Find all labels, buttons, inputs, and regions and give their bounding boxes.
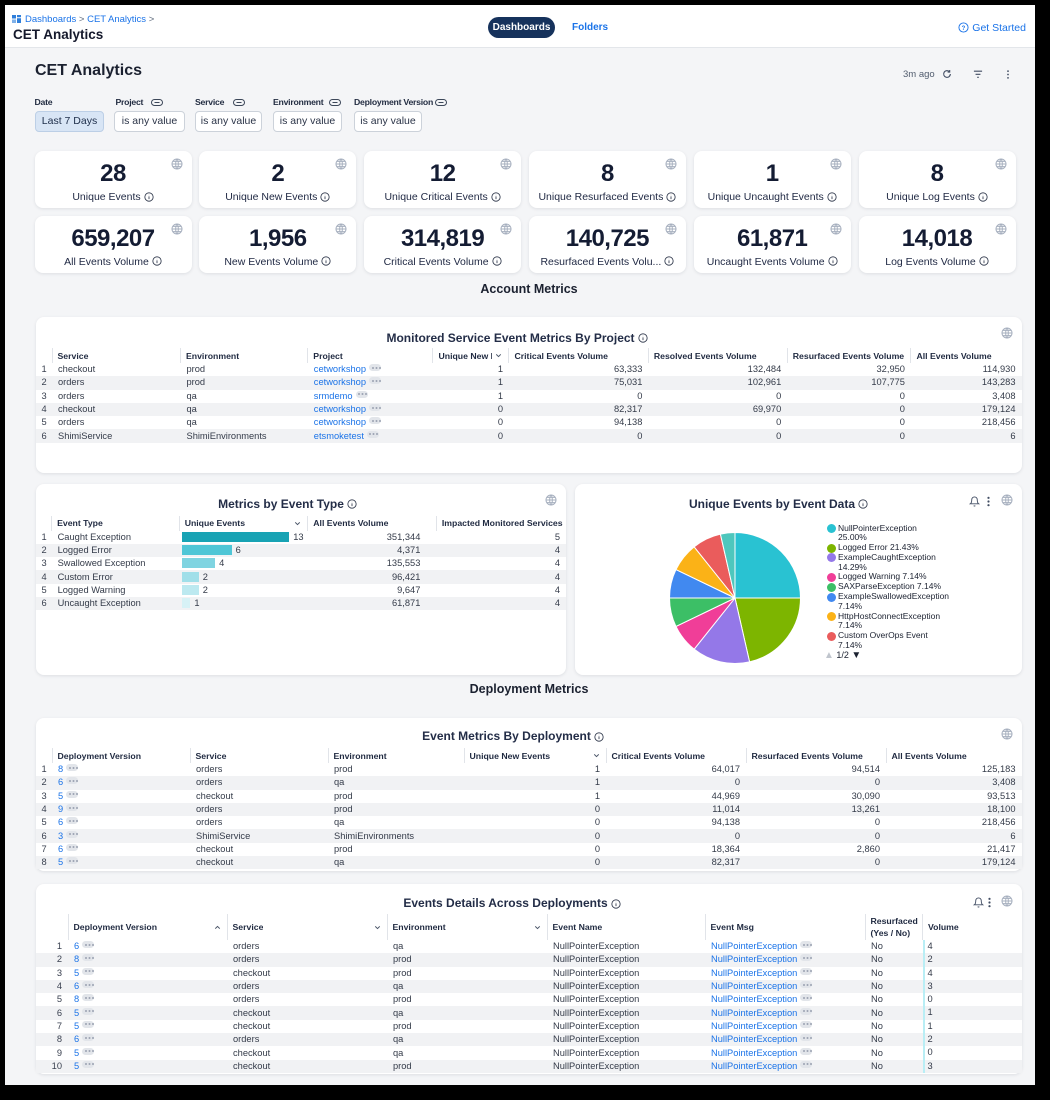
- svg-text:?: ?: [962, 26, 966, 32]
